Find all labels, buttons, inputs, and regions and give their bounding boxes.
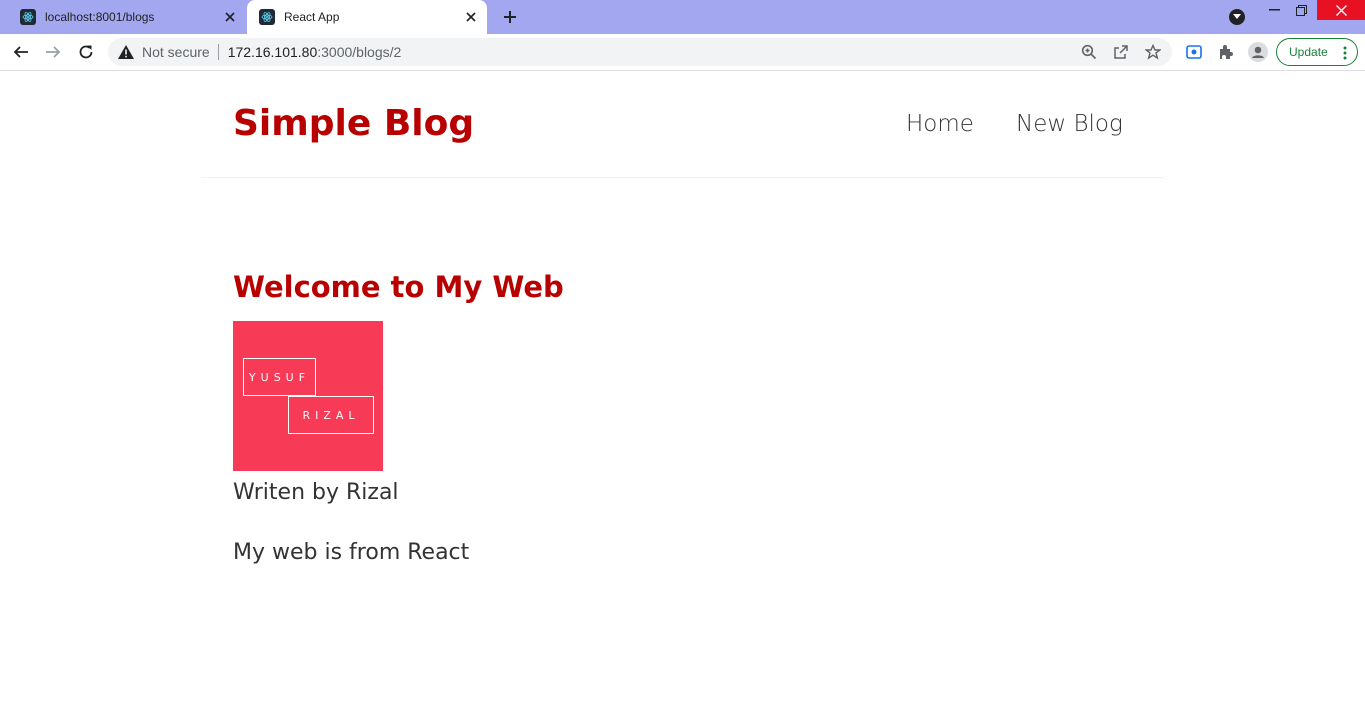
more-menu-icon[interactable]	[1343, 46, 1347, 60]
tab-search-icon[interactable]	[1229, 9, 1245, 25]
react-icon	[259, 9, 275, 25]
post-author: Writen by Rizal	[233, 480, 399, 505]
react-icon	[20, 9, 36, 25]
zoom-icon[interactable]	[1081, 44, 1097, 60]
divider	[217, 44, 219, 60]
bookmark-star-icon[interactable]	[1145, 44, 1161, 60]
update-button[interactable]: Update	[1276, 38, 1358, 66]
tab-title: React App	[284, 10, 340, 24]
tab-title: localhost:8001/blogs	[45, 10, 155, 24]
extensions-icon[interactable]	[1216, 42, 1236, 62]
forward-button[interactable]	[41, 40, 65, 64]
close-window-button[interactable]	[1317, 0, 1365, 20]
back-button[interactable]	[9, 40, 33, 64]
address-bar[interactable]: Not secure 172.16.101.80:3000/blogs/2	[108, 38, 1172, 66]
logo-text-rizal: RIZAL	[288, 396, 374, 434]
screencast-extension-icon[interactable]	[1184, 42, 1204, 62]
tab-localhost-blogs[interactable]: localhost:8001/blogs	[8, 0, 246, 34]
tab-strip: localhost:8001/blogs React App	[0, 0, 1365, 34]
post-image-logo: YUSUF RIZAL	[233, 321, 383, 471]
close-tab-icon[interactable]	[463, 9, 479, 25]
url-host[interactable]: 172.16.101.80	[228, 44, 318, 60]
browser-toolbar: Not secure 172.16.101.80:3000/blogs/2 Up…	[0, 34, 1365, 71]
tab-react-app[interactable]: React App	[247, 0, 487, 34]
site-navbar: Simple Blog Home New Blog	[202, 71, 1164, 178]
nav-link-home[interactable]: Home	[906, 111, 974, 137]
restore-button[interactable]	[1286, 0, 1316, 20]
new-tab-button[interactable]	[498, 5, 522, 29]
close-tab-icon[interactable]	[222, 9, 238, 25]
logo-text-yusuf: YUSUF	[243, 358, 316, 396]
site-brand[interactable]: Simple Blog	[233, 103, 474, 144]
profile-avatar-icon[interactable]	[1248, 42, 1268, 62]
warning-icon[interactable]	[118, 44, 134, 60]
post-body: My web is from React	[233, 540, 470, 565]
nav-link-new-blog[interactable]: New Blog	[1016, 111, 1123, 137]
update-label: Update	[1289, 45, 1328, 59]
share-icon[interactable]	[1113, 44, 1129, 60]
post-title: Welcome to My Web	[233, 270, 564, 304]
reload-button[interactable]	[74, 40, 98, 64]
security-label[interactable]: Not secure	[142, 44, 210, 60]
url-path[interactable]: :3000/blogs/2	[317, 44, 401, 60]
